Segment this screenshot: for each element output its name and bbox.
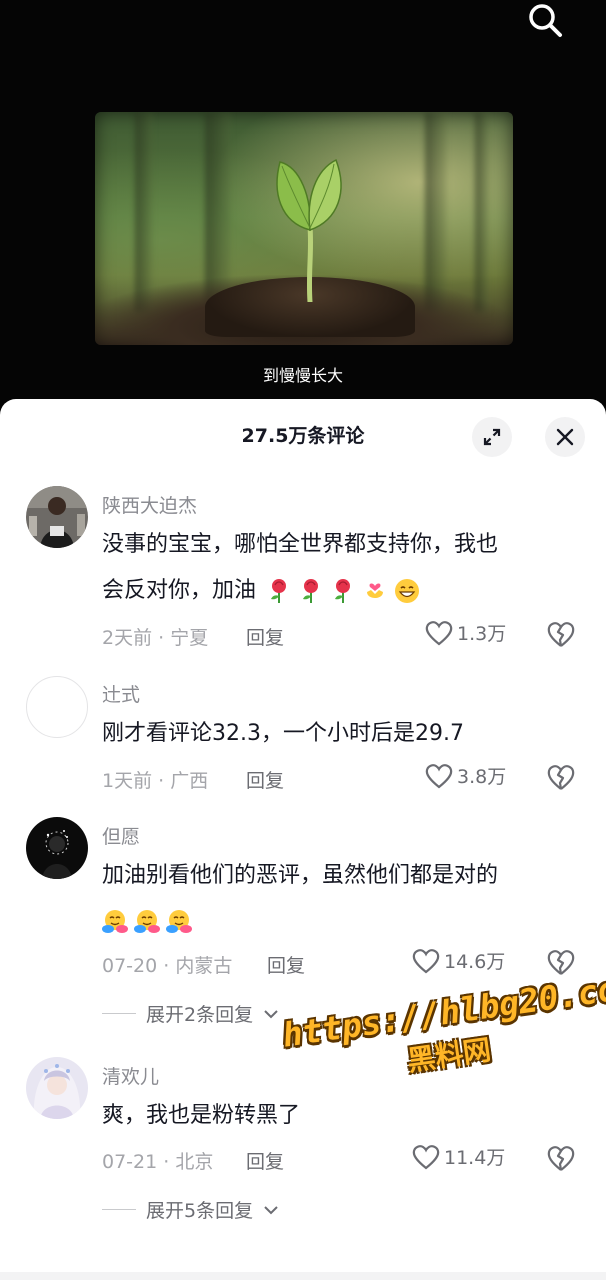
broken-heart-icon (547, 950, 575, 975)
broken-heart-icon (547, 1146, 575, 1171)
heart-outline-icon (412, 1144, 440, 1169)
comment-text: 没事的宝宝，哪怕全世界都支持你，我也 会反对你，加油 (102, 522, 572, 614)
comment-meta: 1天前 · 广西 (102, 770, 209, 792)
username[interactable]: 但愿 (102, 822, 140, 849)
expand-replies-button[interactable]: 展开5条回复 (102, 1196, 279, 1223)
hug-emoji-icon (166, 910, 192, 933)
chevron-down-icon (264, 1205, 278, 1214)
divider-line (102, 1013, 136, 1014)
divider-line (102, 1209, 136, 1210)
rose-emoji-icon (303, 579, 319, 603)
hug-emoji-icon (134, 910, 160, 933)
search-icon (529, 4, 562, 37)
username[interactable]: 清欢儿 (102, 1062, 159, 1089)
like-button[interactable]: 1.3万 (425, 619, 506, 646)
like-count: 11.4万 (444, 1147, 506, 1169)
comment-count-title: 27.5万条评论 (241, 425, 365, 447)
expand-replies-label: 展开2条回复 (146, 1004, 254, 1026)
broken-heart-icon (547, 765, 575, 790)
video-frame (95, 112, 513, 345)
heart-outline-icon (425, 763, 453, 788)
bottom-divider (0, 1272, 606, 1280)
heart-hands-emoji-icon (367, 583, 384, 598)
avatar[interactable] (26, 676, 88, 738)
dislike-button[interactable] (546, 620, 576, 650)
chevron-down-icon (264, 1009, 278, 1018)
comment-text-line: 爽，我也是粉转黑了 (102, 1103, 301, 1128)
hug-emoji-icon (102, 910, 128, 933)
comment-sheet: 27.5万条评论 陕西大迫杰 没事的宝宝，哪怕全世界都支持你，我也 会反对你，加… (0, 399, 606, 1280)
comment-meta: 07-20 · 内蒙古 (102, 955, 233, 977)
broken-heart-icon (547, 622, 575, 647)
comment-text-line: 会反对你，加油 (102, 578, 257, 603)
avatar[interactable] (26, 817, 88, 879)
reply-button[interactable]: 回复 (246, 623, 284, 650)
comment-meta: 2天前 · 宁夏 (102, 627, 209, 649)
reply-button[interactable]: 回复 (267, 951, 305, 978)
close-icon (556, 428, 574, 446)
avatar[interactable] (26, 486, 88, 548)
expand-replies-label: 展开5条回复 (146, 1200, 254, 1222)
like-count: 14.6万 (444, 951, 506, 973)
username[interactable]: 辻式 (102, 680, 140, 707)
like-button[interactable]: 14.6万 (412, 947, 505, 974)
rose-emoji-icon (335, 579, 351, 603)
rose-emoji-icon (271, 579, 287, 603)
like-count: 3.8万 (457, 766, 507, 788)
close-sheet-button[interactable] (545, 417, 585, 457)
search-button[interactable] (522, 0, 568, 40)
comment-text-line: 没事的宝宝，哪怕全世界都支持你，我也 (102, 532, 499, 557)
dislike-button[interactable] (546, 1144, 576, 1174)
grin-emoji-icon (395, 579, 420, 603)
expand-icon (483, 428, 501, 446)
dislike-button[interactable] (546, 948, 576, 978)
heart-outline-icon (425, 620, 453, 645)
sprout-image (276, 158, 342, 302)
heart-outline-icon (412, 948, 440, 973)
comment-text: 加油别看他们的恶评，虽然他们都是对的 (102, 853, 572, 945)
expand-replies-button[interactable]: 展开2条回复 (102, 1000, 279, 1027)
comment-meta: 07-21 · 北京 (102, 1151, 214, 1173)
avatar[interactable] (26, 1057, 88, 1119)
comment-text: 刚才看评论32.3，一个小时后是29.7 (102, 711, 572, 757)
like-button[interactable]: 11.4万 (412, 1143, 505, 1170)
dislike-button[interactable] (546, 763, 576, 793)
comment-text-line: 加油别看他们的恶评，虽然他们都是对的 (102, 863, 499, 888)
video-player[interactable]: 到慢慢长大 (0, 0, 606, 410)
reply-button[interactable]: 回复 (246, 766, 284, 793)
expand-sheet-button[interactable] (472, 417, 512, 457)
comment-text-line: 刚才看评论32.3，一个小时后是29.7 (102, 721, 464, 746)
like-button[interactable]: 3.8万 (425, 762, 506, 789)
video-subtitle: 到慢慢长大 (262, 366, 343, 385)
username[interactable]: 陕西大迫杰 (102, 491, 197, 518)
like-count: 1.3万 (457, 623, 507, 645)
reply-button[interactable]: 回复 (246, 1147, 284, 1174)
